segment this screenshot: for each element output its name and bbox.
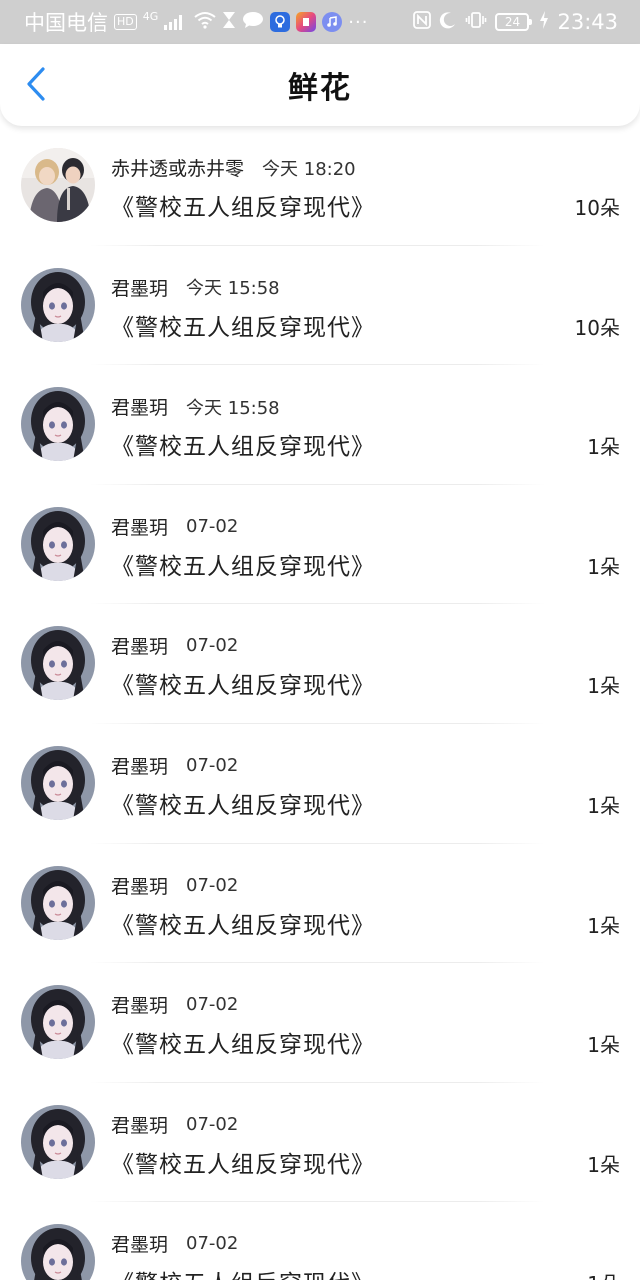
page-title: 鲜花: [288, 71, 352, 106]
list-item[interactable]: 君墨玥 07-02 《警校五人组反穿现代》 1朵: [0, 724, 640, 844]
book-title: 《警校五人组反穿现代》: [111, 1151, 375, 1178]
avatar[interactable]: [21, 985, 95, 1060]
flower-count: 1朵: [587, 913, 620, 938]
book-title: 《警校五人组反穿现代》: [111, 912, 375, 939]
list-item[interactable]: 君墨玥 07-02 《警校五人组反穿现代》 1朵: [0, 485, 640, 605]
send-time: 今天 18:20: [262, 158, 356, 180]
anime-girl-avatar: [21, 1104, 95, 1179]
flower-count: 1朵: [587, 1033, 620, 1058]
send-time: 07-02: [186, 874, 239, 896]
sender-name: 君墨玥: [111, 397, 169, 420]
sender-name: 君墨玥: [111, 636, 169, 659]
back-button[interactable]: [18, 66, 54, 106]
flower-count: 1朵: [587, 1152, 620, 1177]
avatar[interactable]: [21, 387, 95, 462]
send-time: 07-02: [186, 1113, 239, 1135]
clock-time: 23:43: [557, 10, 618, 34]
wifi-icon: [194, 10, 216, 34]
book-title: 《警校五人组反穿现代》: [111, 673, 375, 700]
send-time: 今天 15:58: [186, 278, 280, 300]
sender-name: 君墨玥: [111, 755, 169, 778]
more-notifications-icon: ···: [348, 11, 369, 33]
send-time: 今天 15:58: [186, 397, 280, 419]
colorful-app-icon: [296, 12, 317, 32]
hd-badge: HD: [114, 14, 137, 30]
list-item[interactable]: 君墨玥 07-02 《警校五人组反穿现代》 1朵: [0, 963, 640, 1083]
send-time: 07-02: [186, 635, 239, 657]
music-app-icon: [322, 12, 343, 32]
sender-name: 君墨玥: [111, 277, 169, 300]
avatar[interactable]: [21, 865, 95, 940]
list-item[interactable]: 君墨玥 07-02 《警校五人组反穿现代》 1朵: [0, 604, 640, 724]
flower-count: 1朵: [587, 793, 620, 818]
vibrate-icon: [465, 10, 487, 34]
list-item[interactable]: 君墨玥 07-02 《警校五人组反穿现代》 1朵: [0, 1083, 640, 1203]
signal-icon: [164, 14, 183, 30]
book-title: 《警校五人组反穿现代》: [111, 195, 375, 221]
bulb-app-icon: [270, 12, 291, 32]
anime-duo-avatar: [21, 148, 95, 222]
list-item[interactable]: 君墨玥 今天 15:58 《警校五人组反穿现代》 10朵: [0, 246, 640, 366]
avatar[interactable]: [21, 506, 95, 581]
flower-count: 1朵: [587, 554, 620, 579]
book-title: 《警校五人组反穿现代》: [111, 1032, 375, 1059]
message-icon: [242, 10, 264, 34]
book-title: 《警校五人组反穿现代》: [111, 1264, 375, 1280]
send-time: 07-02: [186, 1233, 239, 1255]
anime-girl-avatar: [21, 1224, 95, 1280]
sender-name: 君墨玥: [111, 1234, 169, 1257]
flower-count: 1朵: [587, 674, 620, 699]
book-title: 《警校五人组反穿现代》: [111, 434, 375, 461]
avatar[interactable]: [21, 267, 95, 342]
chevron-left-icon: [25, 66, 47, 106]
anime-girl-avatar: [21, 865, 95, 940]
anime-girl-avatar: [21, 506, 95, 581]
battery-level: 24: [504, 15, 521, 29]
battery-icon: 24: [495, 13, 533, 31]
book-title: 《警校五人组反穿现代》: [111, 553, 375, 580]
flower-record-list: 赤井透或赤井零 今天 18:20 《警校五人组反穿现代》 10朵 君墨玥 今天 …: [0, 126, 640, 1280]
status-bar: 中国电信 HD 4G ··· 24 23:43: [0, 0, 640, 44]
sender-name: 君墨玥: [111, 995, 169, 1018]
moon-icon: [439, 10, 457, 34]
flower-count: 10朵: [574, 196, 620, 220]
avatar[interactable]: [21, 1224, 95, 1280]
nfc-icon: [413, 10, 432, 34]
flower-count: 1朵: [587, 1268, 620, 1280]
anime-girl-avatar: [21, 985, 95, 1060]
list-item[interactable]: 赤井透或赤井零 今天 18:20 《警校五人组反穿现代》 10朵: [0, 126, 640, 246]
network-type-label: 4G: [142, 9, 159, 23]
sender-name: 君墨玥: [111, 875, 169, 898]
send-time: 07-02: [186, 754, 239, 776]
charging-icon: [539, 10, 549, 34]
anime-girl-avatar: [21, 745, 95, 820]
flower-count: 10朵: [574, 315, 620, 340]
sender-name: 赤井透或赤井零: [111, 158, 245, 180]
hourglass-icon: [222, 10, 236, 34]
anime-girl-avatar: [21, 626, 95, 701]
avatar[interactable]: [21, 148, 95, 222]
top-nav-bar: 鲜花: [0, 44, 640, 126]
flower-count: 1朵: [587, 435, 620, 460]
anime-girl-avatar: [21, 387, 95, 462]
list-item[interactable]: 君墨玥 今天 15:58 《警校五人组反穿现代》 1朵: [0, 365, 640, 485]
book-title: 《警校五人组反穿现代》: [111, 792, 375, 819]
avatar[interactable]: [21, 745, 95, 820]
anime-girl-avatar: [21, 267, 95, 342]
send-time: 07-02: [186, 994, 239, 1016]
sender-name: 君墨玥: [111, 1114, 169, 1137]
send-time: 07-02: [186, 515, 239, 537]
avatar[interactable]: [21, 1104, 95, 1179]
sender-name: 君墨玥: [111, 516, 169, 539]
list-item[interactable]: 君墨玥 07-02 《警校五人组反穿现代》 1朵: [0, 1202, 640, 1280]
book-title: 《警校五人组反穿现代》: [111, 314, 375, 341]
carrier-label: 中国电信: [24, 11, 108, 35]
avatar[interactable]: [21, 626, 95, 701]
list-item[interactable]: 君墨玥 07-02 《警校五人组反穿现代》 1朵: [0, 844, 640, 964]
